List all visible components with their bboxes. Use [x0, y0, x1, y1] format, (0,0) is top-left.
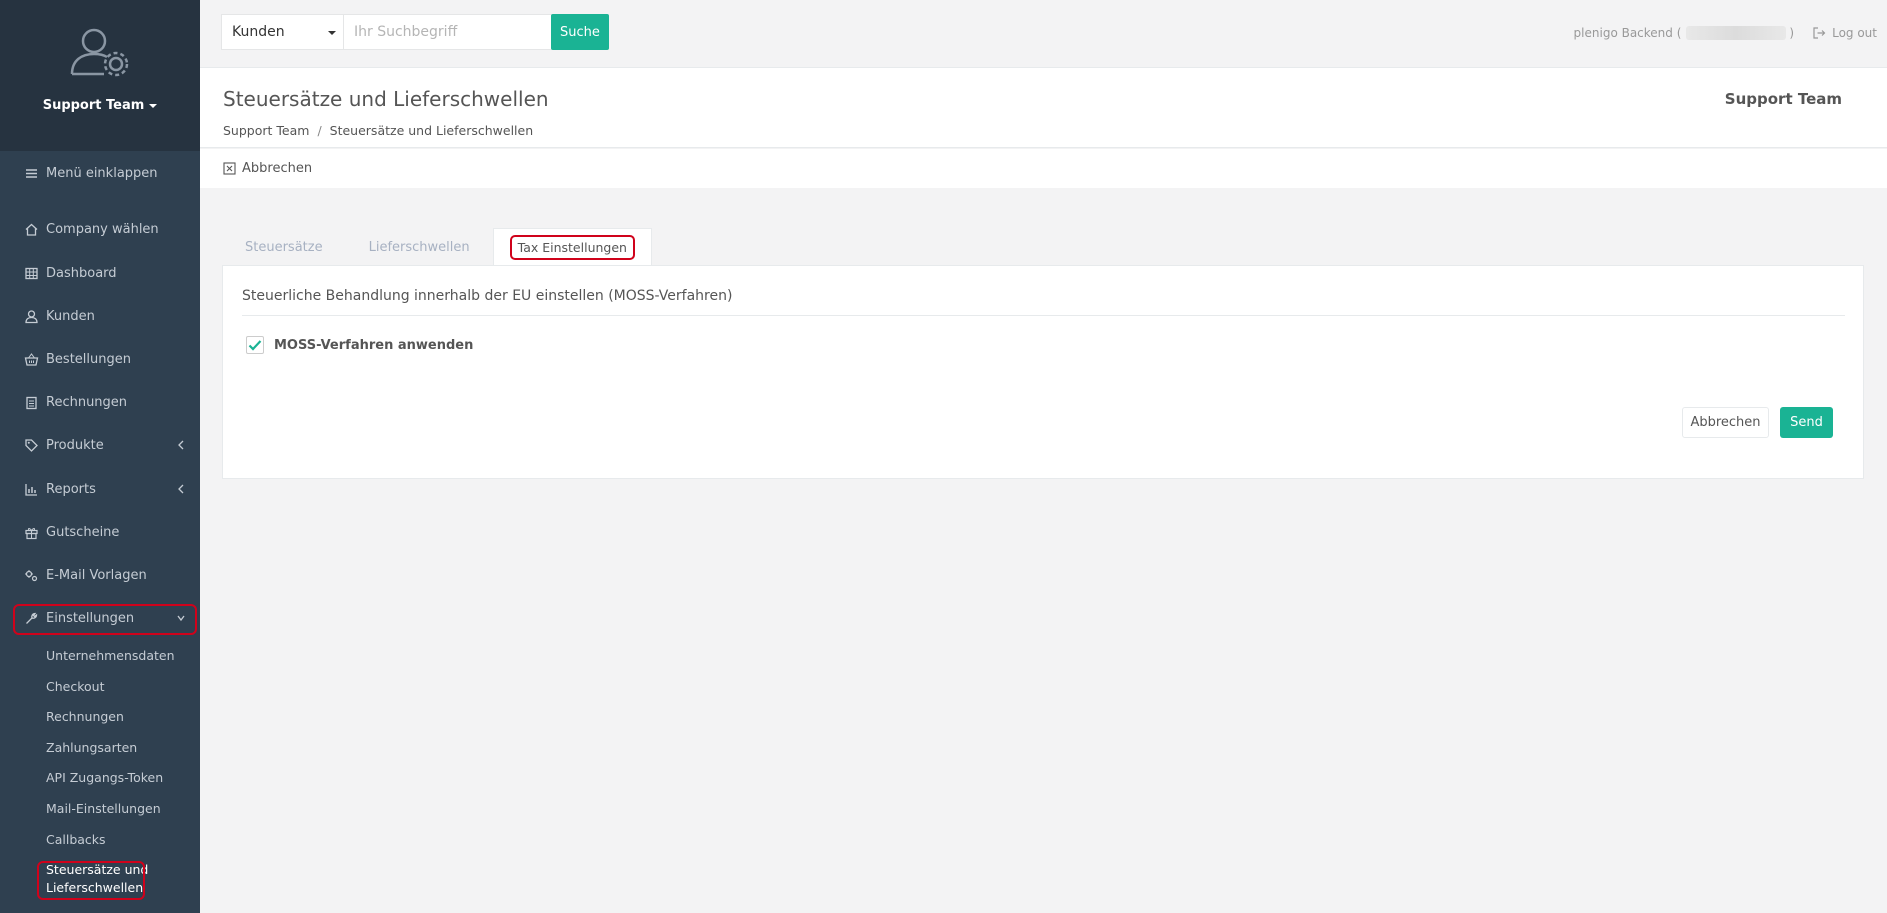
menu-collapse-label: Menü einklappen: [46, 165, 158, 181]
panel-divider: [242, 315, 1845, 316]
toolbar-cancel-label: Abbrechen: [242, 161, 313, 176]
backend-label-close: ): [1789, 26, 1795, 40]
sidebar-item-label: Company wählen: [46, 221, 159, 237]
breadcrumb-current: Steuersätze und Lieferschwellen: [329, 123, 534, 138]
logout-label: Log out: [1832, 26, 1877, 40]
profile-dropdown[interactable]: Support Team: [43, 98, 158, 113]
sidebar-item-label: Kunden: [46, 308, 95, 324]
sidebar-item-label: Bestellungen: [46, 351, 131, 367]
sidebar-item-bestellungen[interactable]: Bestellungen: [0, 342, 200, 376]
user-icon: [25, 309, 38, 323]
chevron-left-icon: [178, 484, 184, 494]
sidebar-item-produkte[interactable]: Produkte: [0, 428, 200, 462]
sidebar-item-kunden[interactable]: Kunden: [0, 299, 200, 333]
moss-checkbox[interactable]: [246, 336, 264, 354]
tab-tax-einstellungen[interactable]: Tax Einstellungen: [492, 228, 652, 266]
breadcrumb-root[interactable]: Support Team: [223, 123, 309, 138]
tag-icon: [25, 438, 38, 452]
tab-tax-einstellungen-label: Tax Einstellungen: [509, 234, 635, 260]
sidebar-subitem-mail-einstellungen[interactable]: Mail-Einstellungen: [46, 801, 161, 816]
sidebar-item-email-vorlagen[interactable]: E-Mail Vorlagen: [0, 558, 200, 592]
send-button[interactable]: Send: [1780, 407, 1833, 438]
sidebar-item-reports[interactable]: Reports: [0, 472, 200, 506]
sidebar-subitem-label-line1: Steuersätze und: [46, 862, 149, 877]
sidebar-item-rechnungen[interactable]: Rechnungen: [0, 385, 200, 419]
sidebar-subitem-api-token[interactable]: API Zugangs-Token: [46, 770, 163, 785]
search-category-value: Kunden: [232, 24, 285, 40]
home-icon: [25, 223, 38, 236]
blurred-account-name: [1686, 26, 1787, 40]
logout-link[interactable]: Log out: [1812, 26, 1877, 40]
tab-lieferschwellen[interactable]: Lieferschwellen: [346, 228, 493, 266]
sidebar-item-label: Gutscheine: [46, 524, 120, 540]
sidebar-subitem-zahlungsarten[interactable]: Zahlungsarten: [46, 740, 137, 755]
chevron-down-icon: [177, 615, 185, 622]
sign-out-icon: [1813, 27, 1826, 39]
sidebar-subitem-unternehmensdaten[interactable]: Unternehmensdaten: [46, 648, 175, 663]
close-box-icon: [223, 162, 236, 175]
sidebar-subitem-callbacks[interactable]: Callbacks: [46, 832, 106, 847]
breadcrumb: Support Team / Steuersätze und Liefersch…: [223, 123, 533, 138]
page-heading: Steuersätze und Lieferschwellen Support …: [200, 68, 1887, 148]
cogs-icon: [25, 569, 38, 581]
sidebar-item-label: Rechnungen: [46, 394, 128, 410]
panel-title: Steuerliche Behandlung innerhalb der EU …: [242, 288, 733, 304]
table-icon: [25, 267, 38, 279]
basket-icon: [24, 352, 39, 366]
chevron-left-icon: [178, 440, 184, 450]
cancel-button[interactable]: Abbrechen: [1682, 407, 1769, 438]
bar-chart-icon: [25, 483, 37, 496]
search-category-select[interactable]: Kunden: [221, 14, 344, 50]
sidebar-subitem-label-line2: Lieferschwellen: [46, 880, 144, 895]
sidebar-item-label: Einstellungen: [46, 610, 135, 626]
moss-checkbox-row[interactable]: MOSS-Verfahren anwenden: [246, 336, 473, 354]
menu-collapse-button[interactable]: Menü einklappen: [0, 156, 200, 190]
company-name: Support Team: [1724, 90, 1842, 108]
gift-icon: [25, 527, 38, 539]
hamburger-icon: [26, 168, 37, 178]
action-toolbar: Abbrechen: [200, 149, 1887, 188]
caret-down-icon: [149, 103, 158, 108]
search-button[interactable]: Suche: [551, 14, 609, 50]
profile-header: Support Team: [0, 0, 200, 151]
sidebar-subitem-rechnungen[interactable]: Rechnungen: [46, 709, 124, 724]
moss-checkbox-label: MOSS-Verfahren anwenden: [274, 337, 474, 353]
sidebar-subitem-steuersaetze[interactable]: Steuersätze und Lieferschwellen: [46, 861, 148, 897]
clipboard-icon: [26, 396, 37, 409]
sidebar-item-label: Produkte: [46, 437, 104, 453]
tab-steuersaetze[interactable]: Steuersätze: [222, 228, 346, 266]
sidebar-item-label: Reports: [46, 481, 96, 497]
search-input[interactable]: [344, 14, 552, 50]
user-gear-icon: [70, 28, 129, 77]
sidebar-item-dashboard[interactable]: Dashboard: [0, 256, 200, 290]
sidebar-item-label: Dashboard: [46, 265, 117, 281]
caret-down-icon: [328, 31, 336, 35]
topbar-user-area: plenigo Backend ( ) Log out: [1574, 26, 1877, 40]
breadcrumb-separator: /: [317, 123, 322, 138]
wrench-icon: [26, 612, 38, 624]
backend-label: plenigo Backend (: [1573, 26, 1682, 40]
sidebar-subitem-checkout[interactable]: Checkout: [46, 679, 104, 694]
sidebar-item-einstellungen[interactable]: Einstellungen: [0, 601, 200, 635]
tax-settings-panel: Steuerliche Behandlung innerhalb der EU …: [222, 265, 1864, 479]
sidebar-item-gutscheine[interactable]: Gutscheine: [0, 515, 200, 549]
sidebar-item-label: E-Mail Vorlagen: [46, 567, 147, 583]
page-title: Steuersätze und Lieferschwellen: [223, 87, 549, 111]
toolbar-cancel-button[interactable]: Abbrechen: [223, 161, 312, 176]
top-bar: Kunden Suche plenigo Backend ( ) Log out: [200, 0, 1887, 68]
sidebar: Support Team Menü einklappen Company wäh…: [0, 0, 200, 913]
tab-bar: Steuersätze Lieferschwellen Tax Einstell…: [222, 228, 652, 266]
profile-name-label: Support Team: [42, 98, 145, 113]
checkmark-icon: [248, 340, 262, 351]
sidebar-item-company[interactable]: Company wählen: [0, 212, 200, 246]
